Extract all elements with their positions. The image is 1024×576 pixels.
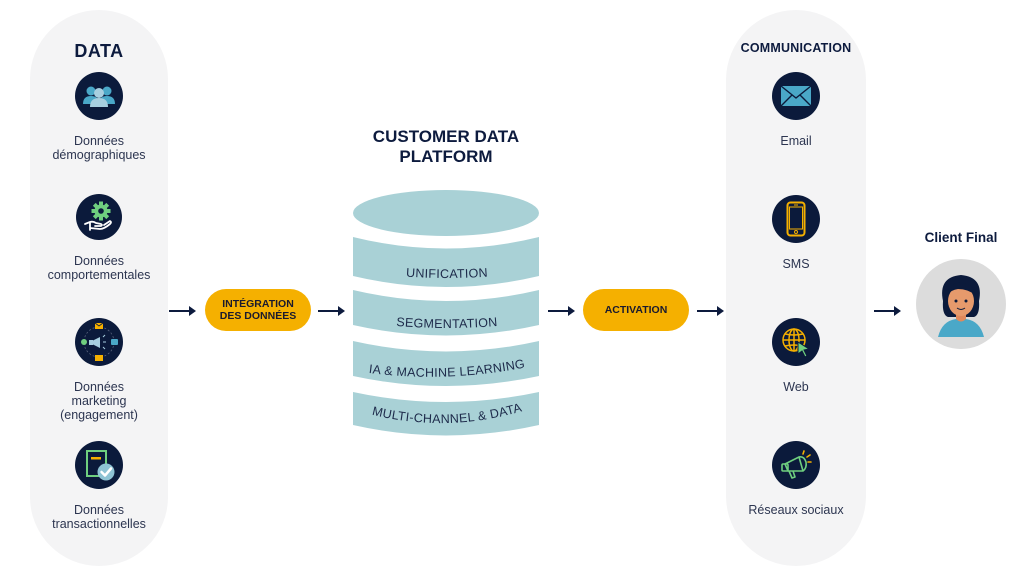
channel-email: Email: [726, 72, 866, 148]
arrow-right-icon: [169, 306, 196, 316]
people-group-icon: [75, 72, 123, 120]
activation-step: ACTIVATION: [583, 289, 689, 331]
megaphone-icon: [772, 441, 820, 489]
smartphone-icon: [772, 195, 820, 243]
arrow-right-icon: [697, 306, 724, 316]
channel-web: Web: [726, 318, 866, 394]
layer-label-unification: UNIFICATION: [406, 266, 489, 281]
channel-label: SMS: [782, 257, 810, 271]
globe-cursor-icon: [772, 318, 820, 366]
data-item-label: Données transactionnelles: [52, 503, 146, 531]
integration-step: INTÉGRATION DES DONNÉES: [205, 289, 311, 331]
client-final-title: Client Final: [924, 230, 998, 245]
data-item-label: Données marketing (engagement): [60, 380, 138, 422]
envelope-icon: [772, 72, 820, 120]
data-panel-title: DATA: [74, 41, 124, 61]
channel-label: Email: [780, 134, 812, 148]
data-item-label: Données comportementales: [47, 254, 151, 282]
client-avatar: [916, 259, 1006, 349]
document-check-icon: [75, 441, 123, 489]
data-item-demographics: Données démographiques: [30, 72, 168, 162]
woman-avatar-icon: [938, 275, 984, 337]
arrow-right-icon: [874, 306, 901, 316]
channel-label: Réseaux sociaux: [748, 503, 844, 517]
cdp-database-cylinder: UNIFICATION SEGMENTATION IA & MACHINE LE…: [353, 190, 539, 436]
data-item-behavioral: Données comportementales: [30, 194, 168, 282]
channel-sms: SMS: [726, 195, 866, 271]
cylinder-top: [353, 190, 539, 236]
layer-label-segmentation: SEGMENTATION: [396, 315, 498, 331]
megaphone-channels-icon: [75, 318, 123, 366]
data-item-marketing: Données marketing (engagement): [30, 318, 168, 422]
communication-panel-title: COMMUNICATION: [740, 41, 852, 55]
data-item-label: Données démographiques: [52, 134, 146, 162]
channel-label: Web: [783, 380, 809, 394]
arrow-right-icon: [548, 306, 575, 316]
data-panel: DATA Données démographiques Données comp…: [30, 10, 168, 566]
communication-panel: COMMUNICATION Email SMS Web Réseaux soci…: [726, 10, 866, 566]
data-item-transactional: Données transactionnelles: [30, 441, 168, 531]
gear-hand-icon: [76, 194, 122, 240]
channel-social: Réseaux sociaux: [726, 441, 866, 517]
cdp-title: CUSTOMER DATA PLATFORM: [372, 127, 520, 166]
